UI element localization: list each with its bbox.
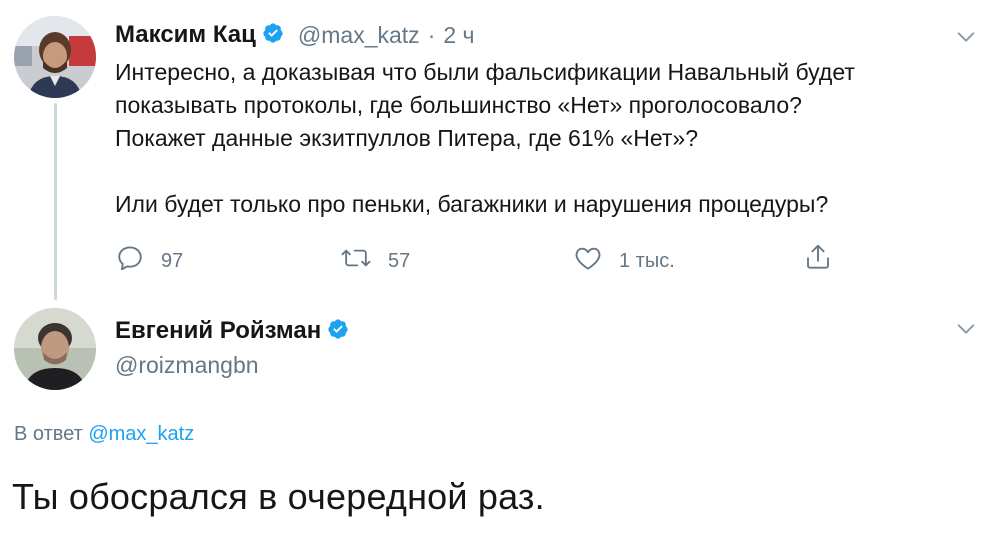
reply-count: 97	[161, 249, 184, 272]
author-handle[interactable]: @roizmangbn	[115, 352, 259, 379]
avatar-max-katz[interactable]	[14, 16, 96, 98]
like-count: 1 тыс.	[619, 249, 675, 272]
reply-mention-link[interactable]: @max_katz	[88, 423, 194, 445]
reply-icon	[115, 243, 145, 279]
avatar-roizman[interactable]	[14, 308, 96, 390]
tweet1-text: Интересно, а доказывая что были фальсифи…	[115, 59, 855, 217]
author-name[interactable]: Евгений Ройзман	[115, 317, 321, 345]
verified-badge-icon	[327, 318, 349, 345]
retweet-icon	[340, 243, 372, 279]
separator-dot: ·	[427, 21, 436, 48]
chevron-down-icon[interactable]	[955, 26, 977, 53]
author-name[interactable]: Максим Кац	[115, 21, 256, 49]
tweet-time[interactable]: 2 ч	[443, 22, 474, 49]
reply-prefix: В ответ	[14, 423, 83, 445]
tweet2-header: Евгений Ройзман	[115, 316, 349, 346]
author-handle[interactable]: @max_katz	[298, 22, 420, 49]
tweet1-header: Максим Кац @max_katz · 2 ч	[115, 20, 475, 50]
retweet-count: 57	[388, 249, 411, 272]
share-button[interactable]	[803, 241, 833, 279]
chevron-down-icon[interactable]	[955, 318, 977, 345]
thread-line	[54, 103, 57, 300]
verified-badge-icon	[262, 22, 284, 49]
reply-button[interactable]: 97	[115, 243, 183, 279]
like-icon	[573, 243, 603, 279]
retweet-button[interactable]: 57	[340, 243, 410, 279]
like-button[interactable]: 1 тыс.	[573, 243, 675, 279]
tweet2-text: Ты обосрался в очередной раз.	[12, 476, 545, 517]
share-icon	[803, 241, 833, 279]
reply-context: В ответ @max_katz	[14, 423, 194, 446]
